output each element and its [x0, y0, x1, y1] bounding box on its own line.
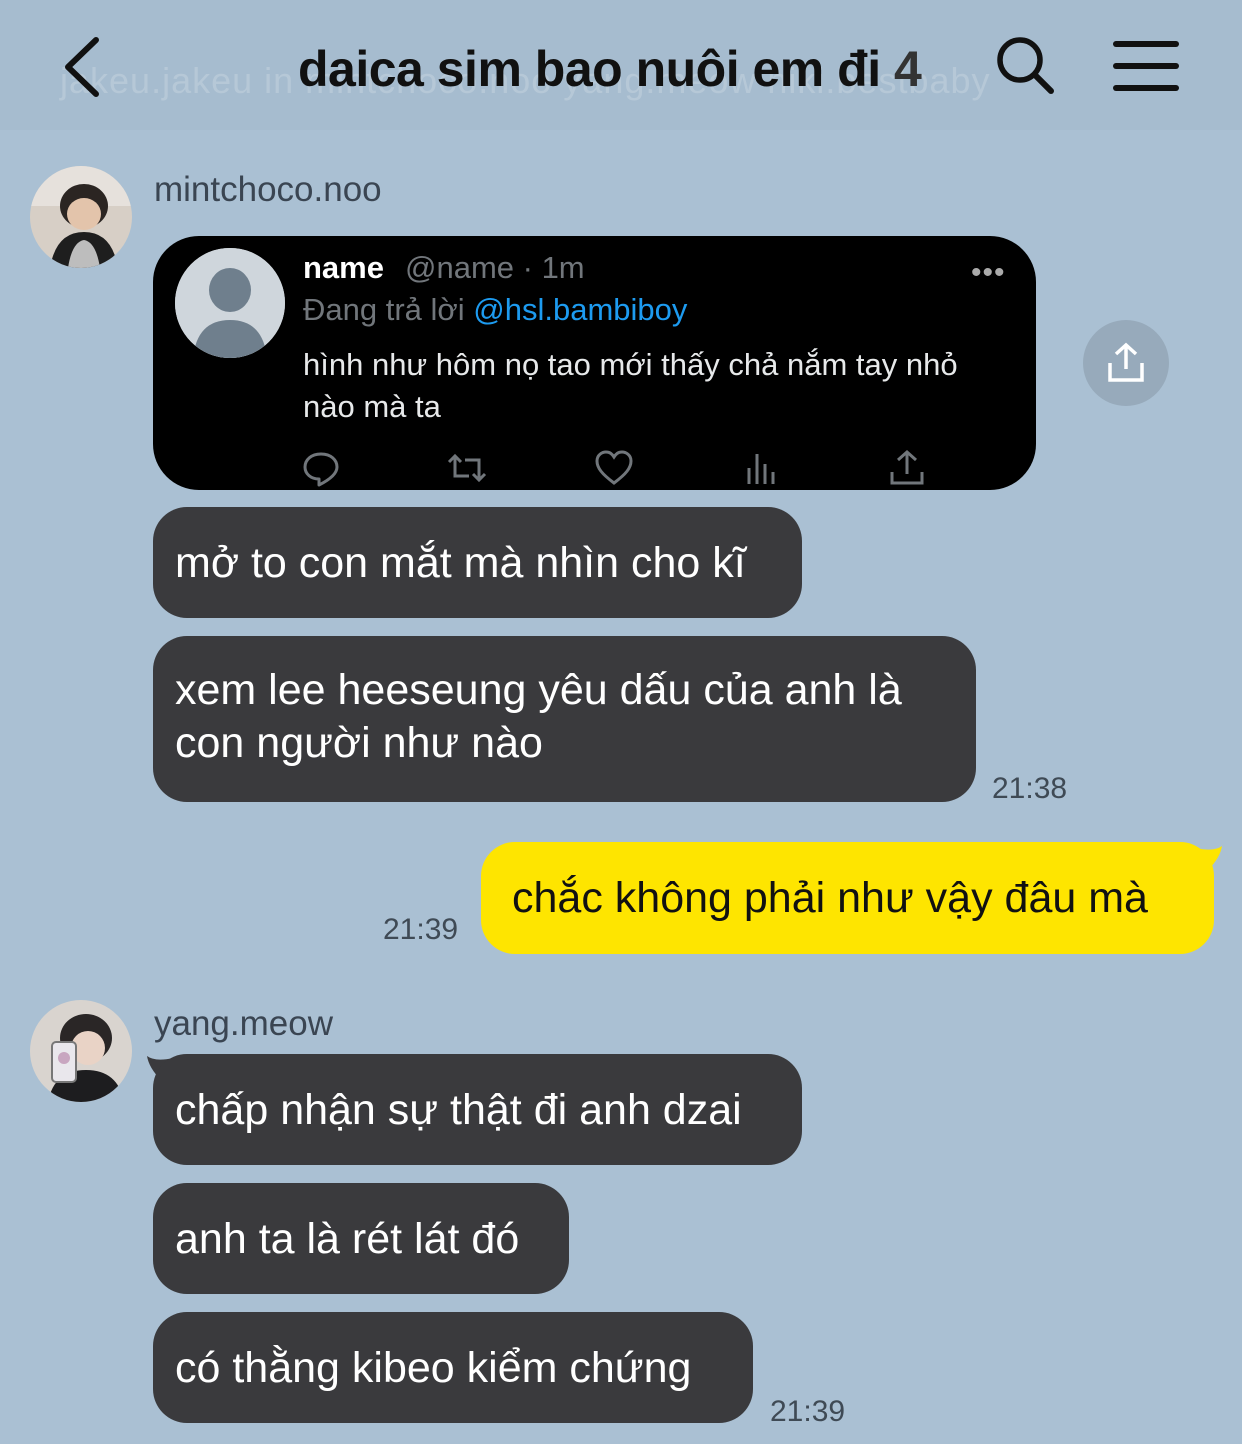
search-button[interactable]	[994, 34, 1058, 98]
message-bubble[interactable]: chấp nhận sự thật đi anh dzai	[153, 1054, 802, 1165]
message-time: 21:39	[383, 913, 459, 946]
message-text-line: con người như nào	[175, 719, 543, 767]
message-text-line: xem lee heeseung yêu dấu của anh là	[175, 666, 902, 714]
tweet-author-name: name	[303, 250, 384, 285]
tweet-avatar	[175, 248, 285, 358]
chat-title: daica sim bao nuôi em đi 4	[298, 40, 922, 98]
sender-name: yang.meow	[154, 1004, 333, 1043]
search-icon	[997, 37, 1054, 94]
message-bubble[interactable]: xem lee heeseung yêu dấu của anh là con …	[153, 636, 976, 802]
views-icon[interactable]	[741, 448, 781, 488]
avatar-yang-meow[interactable]	[30, 1000, 132, 1102]
default-avatar-icon	[175, 248, 285, 358]
back-icon	[65, 37, 99, 97]
retweet-icon[interactable]	[447, 448, 487, 488]
message-bubble[interactable]: mở to con mắt mà nhìn cho kĩ	[153, 507, 802, 618]
menu-button[interactable]	[1112, 36, 1180, 96]
member-count: 4	[894, 41, 922, 97]
chat-header: jakeu.jakeu in mintchoco.noo yang.meow n…	[0, 0, 1242, 130]
avatar-photo	[30, 166, 132, 268]
like-icon[interactable]	[594, 448, 634, 488]
tweet-handle: @name · 1m	[405, 250, 585, 285]
message-text: anh ta là rét lát đó	[175, 1215, 520, 1263]
message-bubble[interactable]: anh ta là rét lát đó	[153, 1183, 569, 1294]
tweet-reply-line: Đang trả lời @hsl.bambiboy	[303, 292, 687, 328]
sender-name: mintchoco.noo	[154, 170, 382, 209]
reply-icon[interactable]	[301, 448, 341, 488]
share-button[interactable]	[1083, 320, 1169, 406]
tweet-text: hình như hôm nọ tao mới thấy chả nắm tay…	[303, 347, 958, 424]
chat-title-text: daica sim bao nuôi em đi	[298, 41, 881, 97]
message-text: mở to con mắt mà nhìn cho kĩ	[175, 539, 746, 587]
share-icon	[1108, 342, 1144, 382]
tweet-share-icon[interactable]	[887, 448, 927, 488]
menu-icon	[1113, 41, 1179, 91]
avatar-photo	[30, 1000, 132, 1102]
reply-mention[interactable]: @hsl.bambiboy	[473, 292, 687, 327]
back-button[interactable]	[52, 32, 112, 102]
tweet-card[interactable]: name @name · 1m ••• Đang trả lời @hsl.ba…	[153, 236, 1036, 490]
message-text: chấp nhận sự thật đi anh dzai	[175, 1086, 742, 1134]
avatar-mintchoco[interactable]	[30, 166, 132, 268]
message-time: 21:39	[770, 1395, 846, 1428]
reply-prefix: Đang trả lời	[303, 292, 465, 327]
message-text: chắc không phải như vậy đâu mà	[512, 874, 1148, 922]
tweet-more-icon[interactable]: •••	[971, 256, 1006, 290]
message-bubble[interactable]: có thằng kibeo kiểm chứng	[153, 1312, 753, 1423]
message-text: có thằng kibeo kiểm chứng	[175, 1344, 692, 1392]
my-message-bubble[interactable]: chắc không phải như vậy đâu mà	[481, 842, 1214, 954]
message-time: 21:38	[992, 772, 1068, 805]
